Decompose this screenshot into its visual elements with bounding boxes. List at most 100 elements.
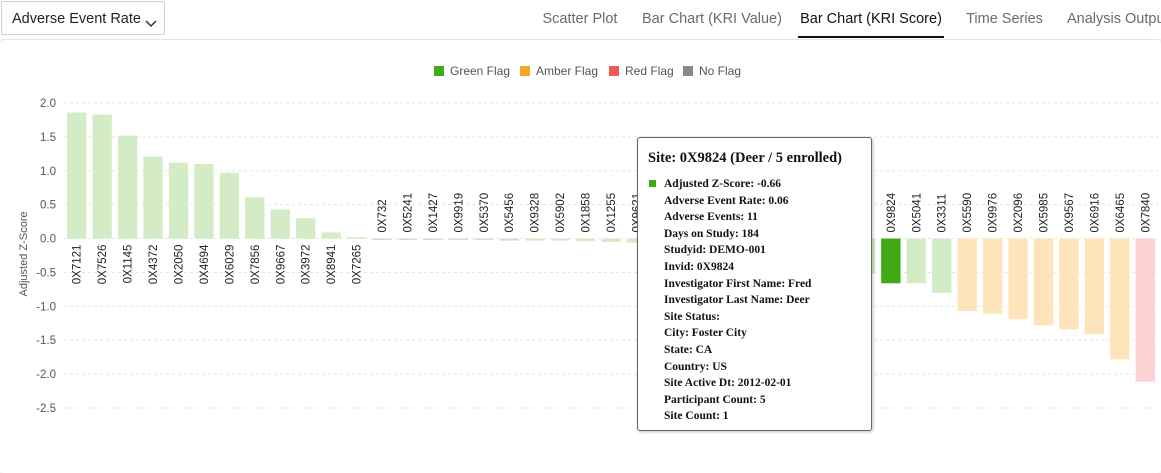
x-tick-label: 0X5041 (911, 193, 923, 233)
bar-0X1858[interactable] (575, 238, 596, 242)
bar-0X5370[interactable] (474, 238, 494, 241)
tooltip-line: Investigator First Name: Fred (664, 277, 812, 290)
bar-0X5456[interactable] (499, 238, 519, 241)
tooltip-line: Site Count: 1 (664, 410, 729, 423)
bar-0X9919[interactable] (448, 238, 469, 241)
y-tick-label: 0.5 (40, 200, 56, 212)
x-tick-label: 0X7121 (72, 245, 84, 285)
tooltip-line: Studyid: DEMO-001 (664, 244, 766, 257)
x-tick-label: 0X7840 (1140, 193, 1152, 233)
bar-0X8941[interactable] (321, 232, 341, 239)
bar-0X5041[interactable] (906, 238, 926, 284)
bar-0X4694[interactable] (194, 164, 214, 239)
x-tick-label: 0X1145 (123, 245, 135, 284)
tooltip-line: Investigator Last Name: Deer (664, 294, 810, 307)
x-tick-label: 0X6916 (1089, 193, 1101, 233)
metric-select[interactable]: Adverse Event Rate (1, 1, 165, 35)
bar-0X6029[interactable] (219, 172, 240, 239)
bar-0X9824[interactable] (881, 238, 901, 284)
tooltip-line: Adverse Event Rate: 0.06 (664, 194, 789, 207)
y-tick-label: -2.0 (36, 369, 56, 381)
bar-0X7121[interactable] (67, 112, 87, 239)
tooltip-flag-swatch (649, 180, 656, 187)
tooltip-line: State: CA (664, 344, 713, 356)
bar-0X1427[interactable] (423, 238, 443, 241)
x-tick-label: 0X6465 (1115, 193, 1127, 233)
bar-0X9567[interactable] (1059, 238, 1079, 330)
y-tick-label: 2.0 (40, 98, 56, 110)
x-tick-label: 0X9667 (275, 245, 287, 285)
bar-0X5241[interactable] (397, 238, 418, 241)
bar-0X9328[interactable] (525, 238, 545, 241)
bar-0X1255[interactable] (601, 238, 621, 242)
x-tick-label: 0X5241 (402, 193, 414, 233)
tooltip-title: Site: 0X9824 (Deer / 5 enrolled) (648, 150, 842, 166)
x-tick-label: 0X1427 (428, 193, 440, 233)
x-tick-label: 0X5985 (1039, 193, 1051, 233)
bar-0X5985[interactable] (1033, 238, 1054, 326)
y-tick-label: 1.0 (40, 166, 56, 178)
tooltip-line: Days on Study: 184 (664, 227, 759, 240)
x-tick-label: 0X9824 (886, 192, 898, 232)
bar-0X3311[interactable] (932, 238, 952, 293)
x-tick-label: 0X9976 (988, 193, 1000, 233)
x-tick-label: 0X2096 (1013, 193, 1025, 233)
bar-0X7265[interactable] (346, 237, 367, 239)
x-tick-label: 0X7526 (97, 245, 109, 285)
bar-0X4372[interactable] (143, 156, 163, 239)
x-tick-label: 0X2050 (173, 245, 185, 285)
bar-0X6916[interactable] (1084, 238, 1105, 335)
x-tick-label: 0X732 (377, 199, 389, 232)
bar-0X1145[interactable] (117, 135, 138, 239)
tooltip-line: Participant Count: 5 (664, 393, 766, 406)
tooltip-line: Site Active Dt: 2012-02-01 (664, 377, 792, 390)
x-tick-label: 0X4372 (148, 245, 160, 285)
x-tick-label: 0X1255 (606, 193, 618, 233)
tab-bar-chart-kri-score[interactable]: Bar Chart (KRI Score) (798, 0, 944, 38)
bar-0X7526[interactable] (92, 114, 112, 239)
site-tooltip: Site: 0X9824 (Deer / 5 enrolled) Adjuste… (637, 137, 872, 431)
bar-0X7840[interactable] (1135, 238, 1155, 382)
y-tick-label: -0.5 (36, 267, 56, 279)
x-tick-label: 0X7265 (352, 245, 364, 285)
x-tick-label: 0X3972 (301, 245, 313, 285)
tooltip-line: Country: US (664, 360, 727, 373)
x-tick-label: 0X4694 (199, 244, 211, 284)
tooltip-line: Site Status: (664, 310, 720, 323)
tab-bar-chart-kri-value[interactable]: Bar Chart (KRI Value) (642, 0, 782, 38)
x-tick-label: 0X9328 (530, 193, 542, 233)
x-tick-label: 0X5370 (479, 193, 491, 233)
active-tab-underline (798, 36, 944, 38)
x-tick-label: 0X8941 (326, 245, 338, 285)
bar-0X732[interactable] (372, 238, 392, 241)
bar-0X3972[interactable] (296, 218, 316, 239)
y-tick-label: -1.5 (36, 335, 56, 347)
tab-time-series[interactable]: Time Series (966, 0, 1043, 38)
x-tick-label: 0X1858 (581, 193, 593, 233)
x-tick-label: 0X9919 (453, 193, 465, 233)
tab-analysis-output[interactable]: Analysis Outpu (1067, 0, 1161, 38)
y-tick-label: 0.0 (40, 234, 56, 246)
x-tick-label: 0X5902 (555, 193, 567, 233)
bar-0X2096[interactable] (1008, 238, 1028, 320)
tooltip-line: City: Foster City (664, 327, 747, 340)
tooltip-line: Adjusted Z-Score: -0.66 (664, 178, 782, 190)
chevron-down-icon (145, 15, 157, 33)
x-tick-label: 0X5456 (504, 193, 516, 233)
x-tick-label: 0X6029 (224, 245, 236, 285)
bar-0X2050[interactable] (168, 162, 189, 239)
bar-0X5902[interactable] (550, 238, 570, 241)
x-tick-label: 0X9567 (1064, 193, 1076, 233)
tooltip-line: Invid: 0X9824 (664, 261, 734, 273)
x-tick-label: 0X5590 (962, 193, 974, 233)
tooltip-line: Adverse Events: 11 (664, 211, 758, 224)
bar-0X6465[interactable] (1110, 238, 1130, 360)
bar-0X9976[interactable] (982, 238, 1003, 314)
y-tick-label: -1.0 (36, 301, 56, 313)
bar-0X7856[interactable] (245, 197, 265, 239)
bar-0X9667[interactable] (270, 209, 290, 239)
tab-scatter-plot[interactable]: Scatter Plot (542, 0, 618, 38)
kri-score-bar-chart: 2.0 1.5 1.0 0.5 0.0 -0.5 -1.0 -1.5 -2.0 -2.5 0X71… (18, 98, 1158, 415)
metric-select-label: Adverse Event Rate (12, 11, 141, 27)
bar-0X5590[interactable] (957, 238, 977, 312)
